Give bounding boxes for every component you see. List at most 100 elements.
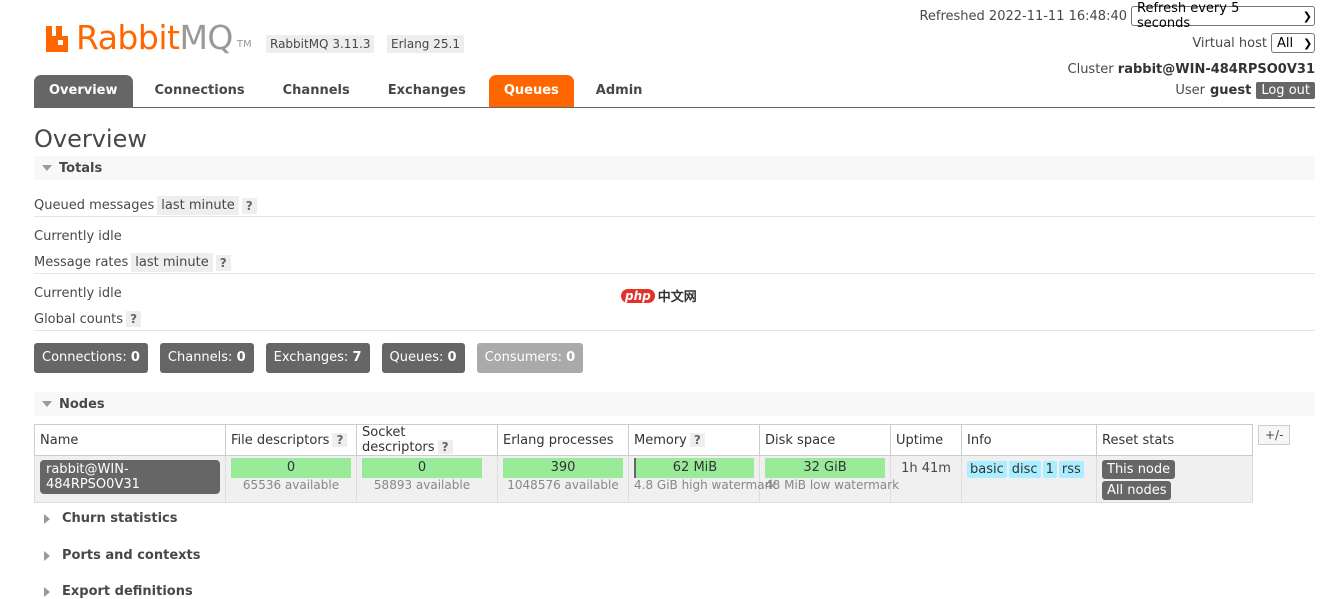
tab-overview[interactable]: Overview	[34, 75, 133, 107]
chevron-down-icon: ❯	[1302, 9, 1312, 23]
info-cell: basic disc 1 rss	[961, 455, 1097, 503]
section-label: Churn statistics	[62, 511, 178, 526]
memory-cell: 62 MiB 4.8 GiB high watermark	[628, 455, 776, 503]
col-disk-space: Disk space	[759, 424, 891, 456]
info-badge: 1	[1042, 461, 1057, 478]
section-label: Export definitions	[62, 584, 193, 599]
triangle-right-icon	[44, 586, 50, 597]
count-value: 0	[130, 350, 140, 365]
uptime-cell: 1h 41m	[890, 455, 962, 503]
help-button[interactable]: ?	[437, 440, 453, 454]
cluster-row: Cluster rabbit@WIN-484RPSO0V31	[1068, 62, 1316, 77]
watermark-text: 中文网	[657, 290, 697, 305]
message-rates-row: Message rates last minute ?	[34, 253, 231, 272]
disk-cell: 32 GiB 48 MiB low watermark	[759, 455, 900, 503]
count-label: Connections:	[42, 350, 127, 365]
nodes-section-header[interactable]: Nodes	[34, 392, 1315, 416]
reset-all-nodes-button[interactable]: All nodes	[1102, 481, 1172, 500]
col-label: Socket descriptors	[362, 425, 435, 455]
col-erlang-processes: Erlang processes	[497, 424, 629, 456]
ports-contexts-header[interactable]: Ports and contexts	[44, 548, 200, 563]
triangle-right-icon	[44, 513, 50, 524]
ep-bar: 390	[503, 458, 623, 478]
help-button[interactable]: ?	[241, 197, 257, 214]
refresh-select[interactable]: Refresh every 5 seconds ❯	[1131, 1, 1315, 31]
fd-cell: 0 65536 available	[225, 455, 357, 503]
cluster-label: Cluster	[1067, 62, 1114, 77]
churn-statistics-header[interactable]: Churn statistics	[44, 511, 178, 526]
vhost-row: Virtual host All ❯	[1192, 33, 1315, 53]
triangle-right-icon	[44, 550, 50, 561]
tab-connections[interactable]: Connections	[140, 75, 260, 107]
node-name-cell: rabbit@WIN-484RPSO0V31	[34, 455, 226, 503]
user-name: guest	[1210, 83, 1252, 98]
count-value: 0	[447, 350, 457, 365]
col-memory: Memory?	[628, 424, 760, 456]
queued-range-pill[interactable]: last minute	[157, 196, 239, 215]
tab-queues[interactable]: Queues	[488, 75, 574, 107]
col-uptime: Uptime	[890, 424, 962, 456]
rates-label: Message rates	[34, 255, 129, 270]
refresh-row: Refreshed 2022-11-11 16:48:40 Refresh ev…	[919, 1, 1315, 31]
memory-bar: 62 MiB	[634, 458, 754, 478]
tab-admin[interactable]: Admin	[581, 75, 658, 107]
vhost-select[interactable]: All ❯	[1271, 33, 1315, 53]
connections-count-button[interactable]: Connections: 0	[34, 343, 148, 373]
col-reset-stats: Reset stats	[1096, 424, 1253, 456]
node-name-link[interactable]: rabbit@WIN-484RPSO0V31	[40, 460, 220, 494]
rates-range-pill[interactable]: last minute	[131, 253, 213, 272]
erlang-badge: Erlang 25.1	[387, 35, 464, 53]
triangle-down-icon	[42, 401, 52, 407]
count-label: Exchanges:	[273, 350, 349, 365]
page-title: Overview	[34, 125, 147, 153]
count-value: 0	[236, 350, 246, 365]
count-value: 7	[352, 350, 362, 365]
consumers-count-button[interactable]: Consumers: 0	[476, 343, 584, 373]
logo-text: RabbitMQ	[76, 18, 233, 57]
totals-header-label: Totals	[59, 160, 103, 176]
channels-count-button[interactable]: Channels: 0	[159, 343, 254, 373]
idle-text: Currently idle	[34, 286, 122, 301]
queued-messages-row: Queued messages last minute ?	[34, 196, 257, 215]
rabbitmq-logo-icon	[46, 26, 68, 52]
help-button[interactable]: ?	[126, 311, 142, 327]
sd-bar: 0	[362, 458, 482, 478]
help-button[interactable]: ?	[332, 432, 348, 447]
ep-available: 1048576 available	[507, 478, 619, 492]
export-definitions-header[interactable]: Export definitions	[44, 584, 193, 599]
col-label: File descriptors	[231, 432, 330, 448]
info-badge: disc	[1008, 461, 1041, 478]
reset-this-node-button[interactable]: This node	[1102, 460, 1176, 479]
tab-channels[interactable]: Channels	[268, 75, 365, 107]
col-socket-descriptors: Socket descriptors?	[356, 424, 498, 456]
totals-section-header[interactable]: Totals	[34, 156, 1315, 180]
divider	[34, 216, 1315, 217]
nodes-table: Name File descriptors? Socket descriptor…	[34, 424, 1253, 503]
columns-toggle-button[interactable]: +/-	[1258, 425, 1291, 445]
section-label: Ports and contexts	[62, 548, 201, 563]
global-counts-row: Global counts ?	[34, 311, 142, 327]
sd-cell: 0 58893 available	[356, 455, 498, 503]
ep-cell: 390 1048576 available	[497, 455, 629, 503]
col-name: Name	[34, 424, 226, 456]
exchanges-count-button[interactable]: Exchanges: 7	[265, 343, 370, 373]
count-value: 0	[566, 350, 576, 365]
tab-exchanges[interactable]: Exchanges	[373, 75, 481, 107]
help-button[interactable]: ?	[215, 254, 231, 271]
disk-watermark: 48 MiB low watermark	[765, 478, 900, 492]
vhost-select-value: All	[1277, 35, 1294, 51]
logout-button[interactable]: Log out	[1256, 82, 1315, 99]
queued-label: Queued messages	[34, 198, 155, 213]
queues-count-button[interactable]: Queues: 0	[381, 343, 465, 373]
table-header-row: Name File descriptors? Socket descriptor…	[34, 424, 1253, 456]
divider	[34, 330, 1315, 331]
col-file-descriptors: File descriptors?	[225, 424, 357, 456]
refresh-select-value: Refresh every 5 seconds	[1137, 1, 1240, 31]
disk-bar: 32 GiB	[765, 458, 885, 478]
main-tabs: Overview Connections Channels Exchanges …	[34, 75, 664, 107]
rabbitmq-logo: RabbitMQ TM	[44, 14, 252, 54]
help-button[interactable]: ?	[689, 432, 705, 447]
cluster-name: rabbit@WIN-484RPSO0V31	[1117, 62, 1315, 77]
count-label: Channels:	[167, 350, 233, 365]
user-row: User guest Log out	[1175, 82, 1315, 99]
